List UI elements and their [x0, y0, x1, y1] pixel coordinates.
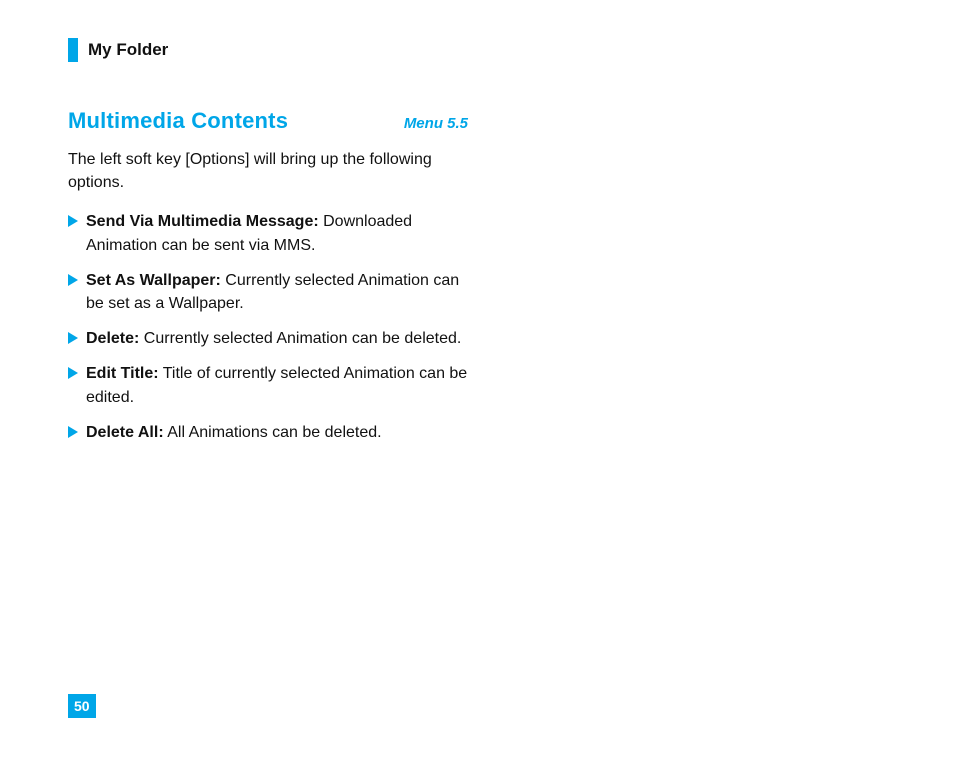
section-title: Multimedia Contents — [68, 108, 288, 134]
list-item: Edit Title: Title of currently selected … — [68, 362, 468, 408]
list-item-text: Set As Wallpaper: Currently selected Ani… — [86, 269, 468, 315]
content-column: Multimedia Contents Menu 5.5 The left so… — [68, 108, 468, 444]
page-number: 50 — [68, 694, 96, 718]
list-item-bold: Delete: — [86, 330, 139, 347]
list-item-text: Delete: Currently selected Animation can… — [86, 327, 468, 350]
list-item-rest: Currently selected Animation can be dele… — [139, 330, 461, 347]
list-item-bold: Edit Title: — [86, 365, 159, 382]
list-item-bold: Send Via Multimedia Message: — [86, 213, 319, 230]
list-item: Set As Wallpaper: Currently selected Ani… — [68, 269, 468, 315]
list-item-text: Delete All: All Animations can be delete… — [86, 421, 468, 444]
header-title: My Folder — [88, 40, 168, 60]
section-intro: The left soft key [Options] will bring u… — [68, 148, 468, 194]
list-item-text: Send Via Multimedia Message: Downloaded … — [86, 210, 468, 256]
page: My Folder Multimedia Contents Menu 5.5 T… — [0, 0, 954, 764]
triangle-right-icon — [68, 426, 78, 444]
list-item: Delete All: All Animations can be delete… — [68, 421, 468, 444]
list-item: Delete: Currently selected Animation can… — [68, 327, 468, 350]
triangle-right-icon — [68, 274, 78, 315]
triangle-right-icon — [68, 215, 78, 256]
list-item-bold: Set As Wallpaper: — [86, 272, 221, 289]
menu-label: Menu 5.5 — [404, 115, 468, 132]
header-accent-bar — [68, 38, 78, 62]
list-item-rest: All Animations can be deleted. — [164, 424, 382, 441]
page-header: My Folder — [68, 38, 894, 62]
list-item-bold: Delete All: — [86, 424, 164, 441]
list-item-text: Edit Title: Title of currently selected … — [86, 362, 468, 408]
triangle-right-icon — [68, 332, 78, 350]
triangle-right-icon — [68, 367, 78, 408]
list-item: Send Via Multimedia Message: Downloaded … — [68, 210, 468, 256]
section-title-row: Multimedia Contents Menu 5.5 — [68, 108, 468, 134]
